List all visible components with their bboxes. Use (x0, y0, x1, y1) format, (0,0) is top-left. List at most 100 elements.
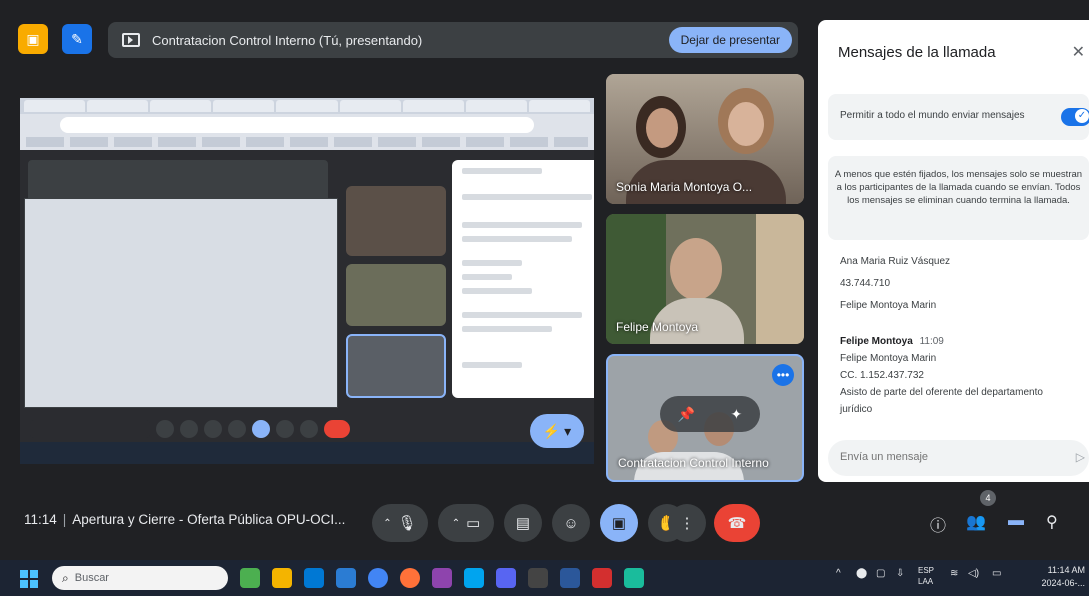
microphone-button[interactable]: ⌃ 🎙 (372, 504, 428, 542)
folder-icon[interactable] (272, 568, 292, 588)
nested-chat-panel (452, 160, 594, 398)
more-vert-icon: ⋮ (679, 515, 695, 532)
language-indicator[interactable]: ESP LAA (918, 565, 934, 587)
message-line: jurídico (840, 404, 873, 415)
nested-meeting-controls (30, 418, 450, 440)
emoji-icon: ☺ (563, 514, 579, 532)
taskbar-search[interactable]: ⌕ Buscar (52, 566, 228, 590)
message-line: 43.744.710 (840, 278, 891, 289)
people-icon[interactable]: 👥 (966, 512, 986, 532)
sparkle-icon[interactable]: ✦ (731, 406, 743, 423)
taskbar-app-icon[interactable] (432, 568, 452, 588)
taskbar-app-icon[interactable] (464, 568, 484, 588)
battery-icon[interactable]: ▭ (992, 568, 1001, 579)
leave-call-button[interactable]: ☎ (714, 504, 760, 542)
taskbar-app-icon[interactable] (336, 568, 356, 588)
wifi-icon[interactable]: ≋ (950, 568, 958, 579)
stop-presenting-button[interactable]: Dejar de presentar (668, 27, 792, 53)
chevron-up-icon[interactable]: ⌃ (452, 518, 460, 529)
send-icon[interactable]: ▷ (1076, 450, 1085, 464)
activities-icon[interactable]: ⚲ (1046, 512, 1058, 532)
effects-bubble-icon[interactable]: ⚡ ▾ (530, 414, 584, 448)
windows-start-icon[interactable] (20, 570, 38, 588)
pdf-icon[interactable] (592, 568, 612, 588)
chevron-up-icon[interactable]: ⌃ (383, 518, 391, 529)
tray-app-icon[interactable]: ⇩ (896, 568, 904, 579)
lang-label: ESP (918, 566, 935, 575)
people-count-badge: 4 (980, 490, 996, 506)
participant-name: Felipe Montoya (616, 320, 699, 334)
captions-button[interactable]: ▤ (504, 504, 542, 542)
message-sender: Felipe Montoya (840, 336, 913, 347)
tray-app-icon[interactable]: ⬤ (856, 568, 867, 579)
present-yellow-icon[interactable]: ▣ (18, 24, 48, 54)
message-time: 11:09 (919, 336, 944, 347)
tile-overlay-controls: 📌 ✦ (660, 396, 760, 432)
search-icon: ⌕ (62, 570, 69, 585)
participant-tile[interactable]: Sonia Maria Montoya O... (606, 74, 804, 204)
nested-tile (346, 186, 446, 256)
hangup-icon: ☎ (727, 515, 747, 532)
participant-name: Sonia Maria Montoya O... (616, 180, 753, 194)
message-line: Ana Maria Ruiz Vásquez (840, 256, 951, 267)
windows-taskbar: ⌕ Buscar ^ ⬤ ▢ ⇩ ESP LAA ≋ ◁) ▭ 11:14 AM … (0, 560, 1089, 596)
presentation-bar: Contratacion Control Interno (Tú, presen… (108, 22, 798, 58)
meet-window: ▣ ✎ Contratacion Control Interno (Tú, pr… (0, 0, 1089, 596)
chat-notice: A menos que estén fijados, los mensajes … (828, 156, 1089, 240)
nested-tile (346, 264, 446, 326)
participant-tile[interactable]: 📌 ✦ ••• Contratacion Control Interno (606, 354, 804, 482)
chat-icon[interactable]: ▬ (1008, 512, 1024, 530)
present-button[interactable]: ▣ (600, 504, 638, 542)
tray-chevron-icon[interactable]: ^ (836, 568, 841, 579)
participant-tile[interactable]: Felipe Montoya (606, 214, 804, 344)
shared-screen (20, 98, 594, 464)
message-line: Felipe Montoya Marin (840, 353, 937, 364)
message-line: Felipe Montoya Marin (840, 300, 937, 311)
present-screen-icon (122, 33, 140, 47)
tile-more-options-icon[interactable]: ••• (772, 364, 794, 386)
pin-icon[interactable]: 📌 (678, 406, 695, 423)
chat-message: Ana Maria Ruiz Vásquez 43.744.710 Felipe… (840, 256, 950, 311)
taskbar-clock[interactable]: 11:14 AM 2024-06-... (1041, 564, 1085, 590)
nested-taskbar (20, 442, 594, 464)
taskbar-app-icon[interactable] (304, 568, 324, 588)
chat-input-container: ▷ (828, 440, 1089, 476)
message-line: Asisto de parte del oferente del departa… (840, 387, 1043, 398)
more-options-button[interactable]: ⋮ (668, 504, 706, 542)
volume-icon[interactable]: ◁) (968, 568, 979, 579)
search-placeholder: Buscar (74, 572, 109, 584)
emoji-button[interactable]: ☺ (552, 504, 590, 542)
meeting-info: 11:14 | Apertura y Cierre - Oferta Pública… (24, 512, 346, 527)
participant-name: Contratacion Control Interno (618, 456, 769, 470)
chat-panel: Mensajes de la llamada ✕ Permitir a todo… (818, 20, 1089, 482)
chrome-icon[interactable] (368, 568, 388, 588)
edit-blue-icon[interactable]: ✎ (62, 24, 92, 54)
chat-title: Mensajes de la llamada (838, 44, 996, 61)
taskbar-app-icon[interactable] (528, 568, 548, 588)
camera-icon: ▭ (466, 515, 481, 532)
lang-label-2: LAA (918, 577, 934, 586)
allow-messages-label: Permitir a todo el mundo enviar mensajes (840, 110, 1025, 121)
close-icon[interactable]: ✕ (1072, 42, 1085, 62)
shared-browser-chrome (20, 98, 594, 150)
chat-message-input[interactable] (840, 451, 1050, 463)
clock-date: 2024-06-... (1041, 578, 1085, 588)
captions-icon: ▤ (515, 515, 531, 532)
camera-button[interactable]: ⌃ ▭ (438, 504, 494, 542)
info-icon[interactable]: ⓘ (930, 512, 946, 536)
nested-shared-screen (24, 198, 338, 408)
taskbar-app-icon[interactable] (240, 568, 260, 588)
firefox-icon[interactable] (400, 568, 420, 588)
clock-time: 11:14 AM (1047, 565, 1085, 575)
taskbar-app-icon[interactable] (624, 568, 644, 588)
taskbar-app-icon[interactable] (496, 568, 516, 588)
allow-messages-toggle[interactable] (1061, 108, 1089, 126)
microphone-icon: 🎙 (397, 515, 417, 532)
tray-app-icon[interactable]: ▢ (876, 568, 885, 579)
word-icon[interactable] (560, 568, 580, 588)
message-line: CC. 1.152.437.732 (840, 370, 924, 381)
present-screen-icon: ▣ (611, 515, 627, 532)
nested-tile (346, 334, 446, 398)
chat-message: Felipe Montoya 11:09 Felipe Montoya Mari… (840, 336, 1043, 415)
meeting-time: 11:14 (24, 512, 57, 527)
